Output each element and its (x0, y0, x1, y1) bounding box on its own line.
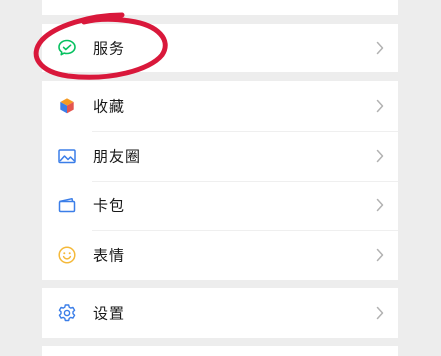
menu-item-stickers[interactable]: 表情 (42, 230, 398, 280)
menu-item-label: 卡包 (93, 196, 126, 215)
smiley-face-icon (56, 244, 78, 266)
chevron-right-icon (376, 198, 384, 212)
menu-item-label: 服务 (93, 39, 126, 58)
features-card: 收藏 朋友圈 卡包 表情 (42, 81, 398, 280)
chevron-right-icon (376, 306, 384, 320)
favorites-cube-icon (56, 95, 78, 117)
menu-item-label: 收藏 (93, 97, 126, 116)
moments-picture-icon (56, 145, 78, 167)
menu-item-favorites[interactable]: 收藏 (42, 81, 398, 131)
menu-item-label: 设置 (93, 304, 126, 323)
menu-item-label: 朋友圈 (93, 147, 142, 166)
card-wallet-icon (56, 194, 78, 216)
previous-section-card (42, 0, 398, 15)
chevron-right-icon (376, 248, 384, 262)
chevron-right-icon (376, 41, 384, 55)
wechat-pay-icon (56, 37, 78, 59)
settings-card: 设置 (42, 288, 398, 338)
menu-item-label: 表情 (93, 246, 126, 265)
chevron-right-icon (376, 149, 384, 163)
service-card: 服务 (42, 24, 398, 72)
menu-item-moments[interactable]: 朋友圈 (42, 130, 398, 181)
chevron-right-icon (376, 99, 384, 113)
next-section-card (42, 346, 398, 356)
menu-item-cards[interactable]: 卡包 (42, 180, 398, 231)
menu-item-service[interactable]: 服务 (42, 24, 398, 72)
gear-icon (56, 302, 78, 324)
menu-item-settings[interactable]: 设置 (42, 288, 398, 338)
